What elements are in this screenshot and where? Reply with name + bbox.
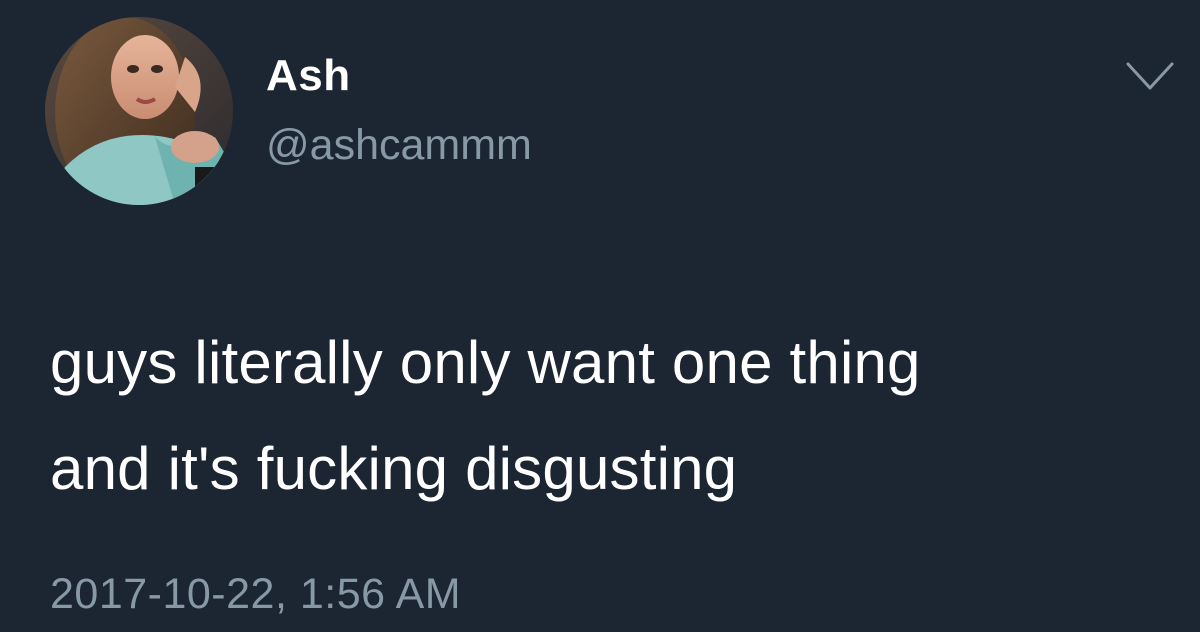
avatar[interactable]: [45, 17, 233, 205]
display-name[interactable]: Ash: [266, 50, 351, 102]
user-handle[interactable]: @ashcammm: [266, 120, 532, 170]
tweet-text-line: guys literally only want one thing: [50, 329, 921, 396]
chevron-down-icon[interactable]: [1124, 58, 1176, 98]
tweet-text: guys literally only want one thing and i…: [50, 310, 1170, 522]
avatar-photo: [45, 17, 233, 205]
tweet-card: Ash @ashcammm guys literally only want o…: [0, 0, 1200, 632]
tweet-text-line: and it's fucking disgusting: [50, 435, 738, 502]
tweet-timestamp[interactable]: 2017-10-22, 1:56 AM: [50, 568, 461, 620]
